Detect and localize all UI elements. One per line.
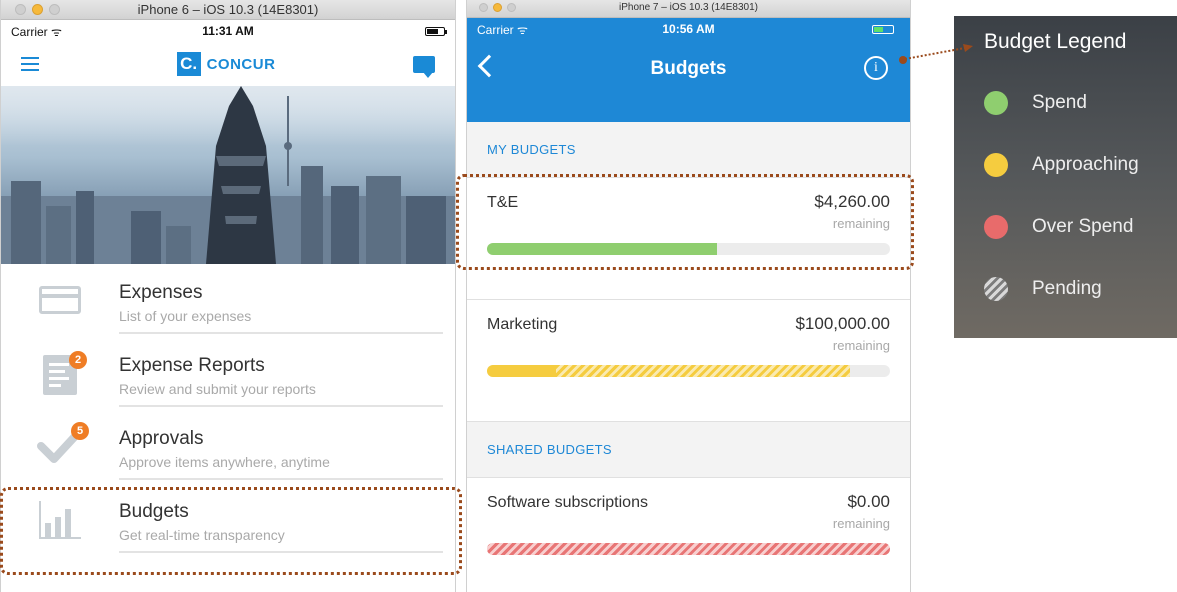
green-dot-icon: [984, 91, 1008, 115]
legend-title: Budget Legend: [984, 30, 1127, 53]
section-header-my-budgets: MY BUDGETS: [467, 122, 910, 178]
legend-label: Approaching: [1032, 154, 1139, 175]
budget-row[interactable]: Marketing $100,000.00 remaining: [467, 300, 910, 422]
budget-row[interactable]: Software subscriptions $0.00 remaining: [467, 478, 910, 592]
status-bar: Carrier ᯤ 10:56 AM: [467, 18, 910, 40]
menu-item-subtitle: Approve items anywhere, anytime: [119, 454, 330, 470]
menu-item-subtitle: List of your expenses: [119, 308, 252, 324]
battery-icon: [425, 26, 447, 36]
legend-label: Pending: [1032, 278, 1102, 299]
budget-progress-bar: [487, 543, 890, 555]
legend-item-over-spend: Over Spend: [984, 196, 1177, 258]
logo-mark: C.: [176, 52, 201, 76]
menu-item-title: Approvals: [119, 428, 204, 449]
navbar: Budgets i: [467, 40, 910, 98]
spend-segment: [487, 365, 556, 377]
remaining-label: remaining: [832, 338, 890, 353]
legend-connector-arrow: [899, 44, 973, 64]
legend-item-pending: Pending: [984, 258, 1177, 320]
section-header-shared-budgets: SHARED BUDGETS: [467, 422, 910, 478]
red-dot-icon: [984, 215, 1008, 239]
budget-progress-bar: [487, 365, 890, 377]
striped-dot-icon: [984, 277, 1008, 301]
menu-item-expenses[interactable]: Expenses List of your expenses: [1, 264, 455, 337]
remaining-label: remaining: [832, 516, 890, 531]
legend-item-spend: Spend: [984, 72, 1177, 134]
window-title: iPhone 6 – iOS 10.3 (14E8301): [137, 2, 319, 17]
notification-badge: 5: [71, 422, 89, 440]
legend-label: Spend: [1032, 92, 1087, 113]
menu-item-subtitle: Review and submit your reports: [119, 381, 316, 397]
legend-label: Over Spend: [1032, 216, 1134, 237]
app-navbar: C. CONCUR: [1, 42, 455, 86]
info-icon[interactable]: i: [864, 56, 888, 80]
yellow-dot-icon: [984, 153, 1008, 177]
menu-item-approvals[interactable]: 5 Approvals Approve items anywhere, anyt…: [1, 410, 455, 483]
highlight-te-budget-row: [456, 174, 914, 270]
notification-badge: 2: [69, 351, 87, 369]
budgets-header: Carrier ᯤ 10:56 AM Budgets i: [467, 18, 910, 122]
budget-amount: $100,000.00: [795, 314, 890, 333]
menu-item-title: Expenses: [119, 282, 203, 303]
back-chevron-icon[interactable]: [477, 54, 501, 78]
skyline-illustration: [1, 86, 455, 264]
highlight-budgets-menu-item: [0, 487, 462, 575]
status-time: 10:56 AM: [662, 22, 715, 36]
stage: iPhone 6 – iOS 10.3 (14E8301) Carrier ᯤ …: [0, 0, 1177, 592]
battery-icon: [872, 24, 894, 34]
simulator-titlebar: iPhone 6 – iOS 10.3 (14E8301): [1, 0, 455, 20]
chat-bubble-icon[interactable]: [413, 55, 435, 78]
menu-item-expense-reports[interactable]: 2 Expense Reports Review and submit your…: [1, 337, 455, 410]
page-title: Budgets: [650, 58, 727, 79]
window-title: iPhone 7 – iOS 10.3 (14E8301): [619, 2, 758, 13]
status-time: 11:31 AM: [202, 24, 254, 38]
simulator-titlebar: iPhone 7 – iOS 10.3 (14E8301): [467, 0, 910, 18]
legend-item-approaching: Approaching: [984, 134, 1177, 196]
concur-logo: C. CONCUR: [176, 52, 276, 76]
hamburger-menu-icon[interactable]: [21, 57, 39, 71]
budget-name: Software subscriptions: [487, 494, 648, 511]
pending-segment: [487, 543, 890, 555]
budget-legend-panel: Budget Legend Spend Approaching Over Spe…: [954, 16, 1177, 338]
iphone7-simulator: iPhone 7 – iOS 10.3 (14E8301) Carrier ᯤ …: [466, 0, 911, 592]
budget-amount: $0.00: [847, 492, 890, 511]
credit-card-icon: [39, 286, 81, 314]
city-hero-image: [1, 86, 455, 264]
logo-wordmark: CONCUR: [206, 55, 276, 73]
budget-name: Marketing: [487, 316, 558, 333]
menu-item-title: Expense Reports: [119, 355, 265, 376]
pending-segment: [555, 365, 850, 377]
status-bar: Carrier ᯤ 11:31 AM: [1, 20, 455, 42]
